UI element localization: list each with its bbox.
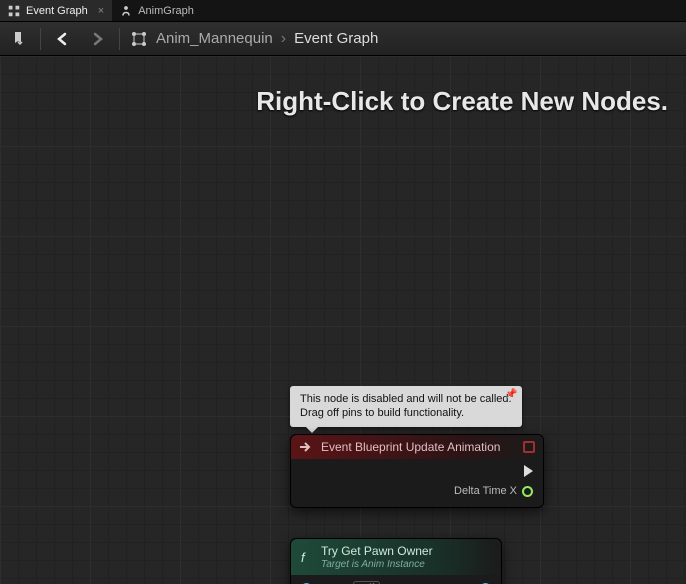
- node-body: Target self Return Value: [291, 575, 501, 584]
- node-try-get-pawn-owner[interactable]: f Try Get Pawn Owner Target is Anim Inst…: [290, 538, 502, 584]
- node-tooltip: 📌 This node is disabled and will not be …: [290, 386, 522, 427]
- node-title: Event Blueprint Update Animation: [321, 440, 500, 454]
- hint-text: Right-Click to Create New Nodes.: [256, 86, 668, 117]
- tab-anim-graph[interactable]: AnimGraph: [112, 0, 202, 21]
- forward-button[interactable]: [85, 27, 109, 51]
- node-delegate-pin[interactable]: [523, 441, 535, 453]
- breadcrumb-current[interactable]: Event Graph: [294, 30, 378, 47]
- back-button[interactable]: [51, 27, 75, 51]
- node-body: Delta Time X: [291, 459, 543, 507]
- breadcrumb: Anim_Mannequin › Event Graph: [130, 30, 378, 48]
- graph-icon: [8, 5, 20, 17]
- pin-label: Delta Time X: [454, 485, 517, 497]
- tab-event-graph[interactable]: Event Graph ×: [0, 0, 112, 21]
- pin-icon[interactable]: 📌: [505, 388, 517, 401]
- bookmark-dropdown[interactable]: [6, 27, 30, 51]
- node-header[interactable]: f Try Get Pawn Owner Target is Anim Inst…: [291, 539, 501, 575]
- svg-text:f: f: [301, 550, 306, 564]
- tooltip-line: This node is disabled and will not be ca…: [300, 392, 512, 406]
- graph-canvas[interactable]: Right-Click to Create New Nodes. 📌 This …: [0, 56, 686, 584]
- event-arrow-icon: [299, 440, 313, 454]
- exec-out-pin[interactable]: [524, 465, 533, 477]
- tab-bar: Event Graph × AnimGraph: [0, 0, 686, 22]
- divider: [40, 28, 41, 50]
- node-subtitle: Target is Anim Instance: [321, 559, 433, 570]
- toolbar: Anim_Mannequin › Event Graph: [0, 22, 686, 56]
- tooltip-line: Drag off pins to build functionality.: [300, 406, 512, 420]
- node-event-blueprint-update[interactable]: Event Blueprint Update Animation Delta T…: [290, 434, 544, 508]
- function-icon: f: [299, 550, 313, 564]
- blueprint-icon: [130, 30, 148, 48]
- tab-label: AnimGraph: [138, 5, 194, 17]
- anim-icon: [120, 5, 132, 17]
- node-title: Try Get Pawn Owner: [321, 544, 433, 558]
- chevron-right-icon: ›: [281, 30, 286, 48]
- close-icon[interactable]: ×: [98, 5, 104, 17]
- divider: [119, 28, 120, 50]
- delta-time-out-pin[interactable]: Delta Time X: [454, 485, 533, 497]
- breadcrumb-parent[interactable]: Anim_Mannequin: [156, 30, 273, 47]
- node-header[interactable]: Event Blueprint Update Animation: [291, 435, 543, 459]
- tab-label: Event Graph: [26, 5, 88, 17]
